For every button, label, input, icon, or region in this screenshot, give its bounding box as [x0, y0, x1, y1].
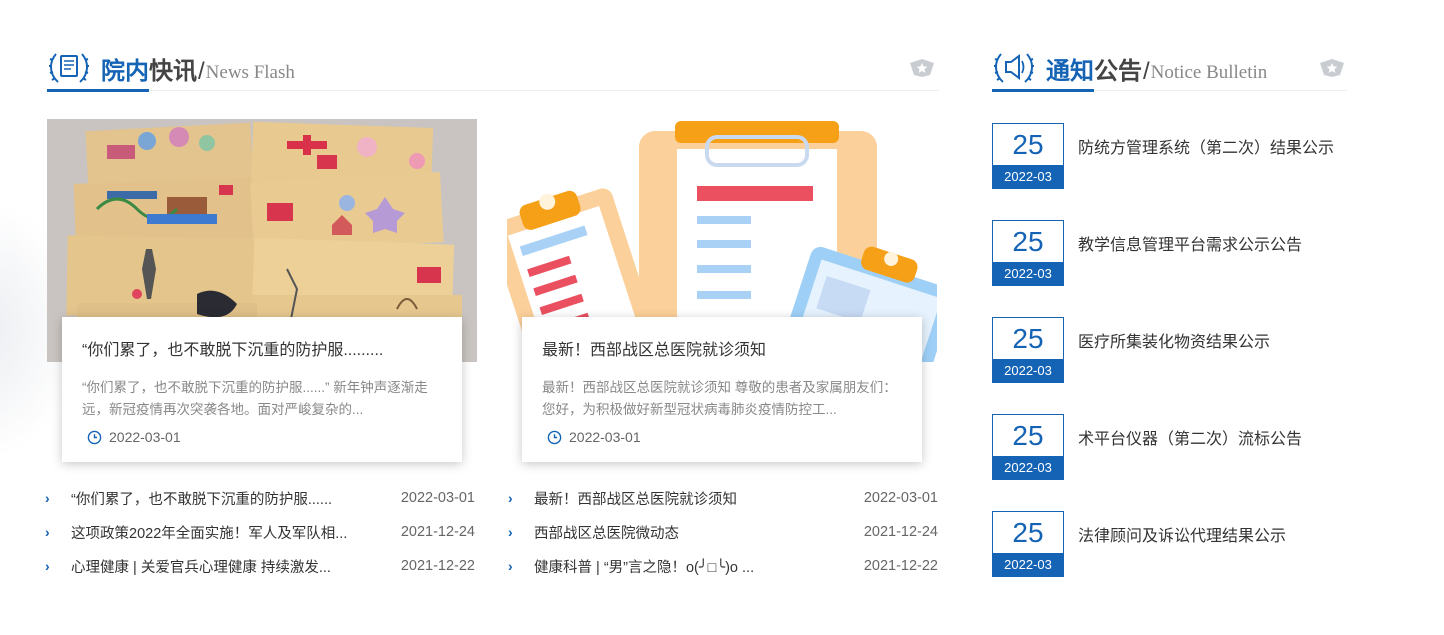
notice-item[interactable]: 25 2022-03 术平台仪器（第二次）流标公告 [992, 414, 1432, 480]
notice-year-month: 2022-03 [993, 553, 1063, 576]
list-item[interactable]: › “你们累了，也不敢脱下沉重的防护服...... 2022-03-01 [45, 481, 475, 515]
featured-card-2-title[interactable]: 最新！西部战区总医院就诊须知 [542, 339, 902, 363]
notice-title[interactable]: 防统方管理系统（第二次）结果公示 [1078, 134, 1334, 158]
notice-date-block: 25 2022-03 [992, 220, 1064, 286]
notice-item[interactable]: 25 2022-03 教学信息管理平台需求公示公告 [992, 220, 1432, 286]
chevron-right-icon: › [45, 524, 50, 540]
notice-day: 25 [993, 512, 1063, 553]
list-item-title[interactable]: 最新！西部战区总医院就诊须知 [526, 488, 864, 509]
list-item[interactable]: › 健康科普 | “男”言之隐！o(╯□╰)o ... 2021-12-22 [508, 549, 938, 583]
notice-year-month: 2022-03 [993, 165, 1063, 188]
list-item-date: 2021-12-24 [400, 524, 475, 540]
notice-day: 25 [993, 124, 1063, 165]
chevron-right-icon: › [508, 524, 513, 540]
notice-date-block: 25 2022-03 [992, 414, 1064, 480]
notice-day: 25 [993, 415, 1063, 456]
notice-section-header: 通知 公告 / Notice Bulletin [992, 48, 1267, 86]
list-item[interactable]: › 西部战区总医院微动态 2021-12-24 [508, 515, 938, 549]
notice-title[interactable]: 术平台仪器（第二次）流标公告 [1078, 425, 1302, 449]
notice-item[interactable]: 25 2022-03 防统方管理系统（第二次）结果公示 [992, 123, 1432, 189]
more-badge-icon[interactable] [908, 57, 936, 79]
notice-header-underline [992, 89, 1094, 92]
list-item-date: 2021-12-22 [863, 558, 938, 574]
notice-year-month: 2022-03 [993, 262, 1063, 285]
list-item[interactable]: › 心理健康 | 关爱官兵心理健康 持续激发... 2021-12-22 [45, 549, 475, 583]
list-item-title[interactable]: “你们累了，也不敢脱下沉重的防护服...... [63, 488, 401, 509]
featured-card-1[interactable]: “你们累了，也不敢脱下沉重的防护服......... “你们累了，也不敢脱下沉重… [62, 317, 462, 462]
list-item-title[interactable]: 健康科普 | “男”言之隐！o(╯□╰)o ... [526, 556, 864, 577]
news-section-header: 院内 快讯 / News Flash [47, 48, 295, 86]
featured-card-1-date-row: 2022-03-01 [82, 429, 442, 445]
chevron-right-icon: › [45, 490, 50, 506]
news-header-divider [149, 90, 939, 91]
notice-title-secondary: 公告 [1094, 58, 1142, 85]
list-item-title[interactable]: 心理健康 | 关爱官兵心理健康 持续激发... [63, 556, 401, 577]
news-title-secondary: 快讯 [149, 58, 197, 85]
chevron-right-icon: › [508, 558, 513, 574]
list-item-date: 2021-12-24 [863, 524, 938, 540]
notice-year-month: 2022-03 [993, 456, 1063, 479]
list-item-date: 2022-03-01 [400, 490, 475, 506]
notice-day: 25 [993, 318, 1063, 359]
notice-day: 25 [993, 221, 1063, 262]
news-header-underline [47, 89, 149, 92]
list-item-title[interactable]: 这项政策2022年全面实施！军人及军队相... [63, 522, 401, 543]
chevron-right-icon: › [508, 490, 513, 506]
notice-year-month: 2022-03 [993, 359, 1063, 382]
notice-title-english: Notice Bulletin [1150, 62, 1268, 83]
notice-title-slash: / [1143, 58, 1150, 85]
notice-item[interactable]: 25 2022-03 医疗所集装化物资结果公示 [992, 317, 1432, 383]
news-list-left: › “你们累了，也不敢脱下沉重的防护服...... 2022-03-01 › 这… [45, 481, 475, 583]
featured-card-1-desc: “你们累了，也不敢脱下沉重的防护服......” 新年钟声逐渐走远，新冠疫情再次… [82, 380, 428, 417]
notice-item[interactable]: 25 2022-03 法律顾问及诉讼代理结果公示 [992, 511, 1432, 577]
notice-header-divider [1094, 90, 1347, 91]
chevron-right-icon: › [45, 558, 50, 574]
notice-title[interactable]: 法律顾问及诉讼代理结果公示 [1078, 522, 1286, 546]
list-item[interactable]: › 这项政策2022年全面实施！军人及军队相... 2021-12-24 [45, 515, 475, 549]
notice-title[interactable]: 医疗所集装化物资结果公示 [1078, 328, 1270, 352]
news-title-slash: / [198, 58, 205, 85]
list-item-date: 2022-03-01 [863, 490, 938, 506]
list-item-date: 2021-12-22 [400, 558, 475, 574]
featured-card-2-desc: 最新！西部战区总医院就诊须知 尊敬的患者及家属朋友们：您好，为积极做好新型冠状病… [542, 380, 897, 417]
laurel-megaphone-icon [994, 53, 1034, 83]
featured-card-2[interactable]: 最新！西部战区总医院就诊须知 最新！西部战区总医院就诊须知 尊敬的患者及家属朋友… [522, 317, 922, 462]
notice-title[interactable]: 教学信息管理平台需求公示公告 [1078, 231, 1302, 255]
laurel-news-icon [49, 53, 89, 83]
notice-date-block: 25 2022-03 [992, 317, 1064, 383]
notice-date-block: 25 2022-03 [992, 123, 1064, 189]
featured-card-2-date-row: 2022-03-01 [542, 429, 902, 445]
notice-date-block: 25 2022-03 [992, 511, 1064, 577]
featured-card-2-date: 2022-03-01 [569, 429, 641, 445]
notice-title-primary: 通知 [1046, 58, 1094, 85]
more-badge-icon[interactable] [1318, 57, 1346, 79]
list-item[interactable]: › 最新！西部战区总医院就诊须知 2022-03-01 [508, 481, 938, 515]
list-item-title[interactable]: 西部战区总医院微动态 [526, 522, 864, 543]
news-title-english: News Flash [205, 62, 295, 83]
featured-card-1-date: 2022-03-01 [109, 429, 181, 445]
clock-icon [87, 430, 102, 444]
news-list-right: › 最新！西部战区总医院就诊须知 2022-03-01 › 西部战区总医院微动态… [508, 481, 938, 583]
featured-card-1-title[interactable]: “你们累了，也不敢脱下沉重的防护服......... [82, 339, 442, 363]
clock-icon [547, 430, 562, 444]
news-title-primary: 院内 [101, 58, 149, 85]
